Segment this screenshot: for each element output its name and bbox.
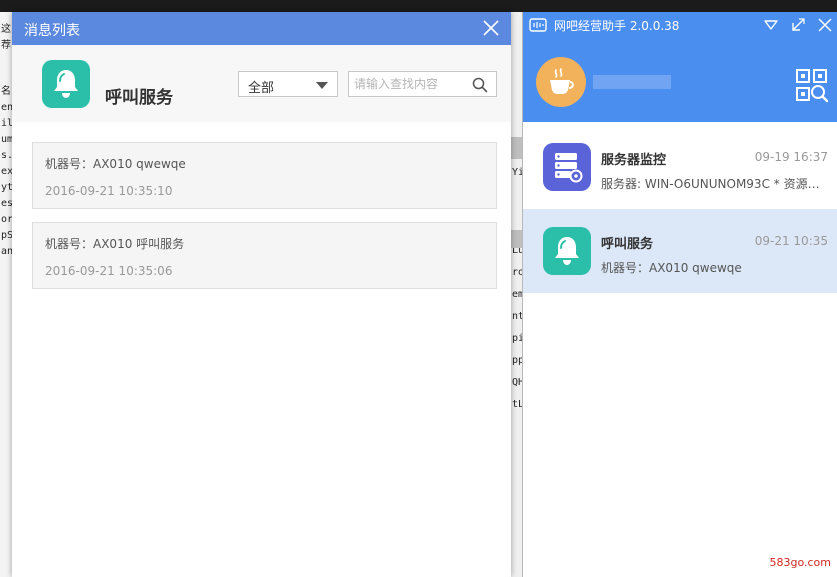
- close-icon[interactable]: [481, 18, 501, 38]
- username-blurred: [593, 75, 671, 89]
- bell-icon: [555, 237, 579, 265]
- message-card[interactable]: 机器号：AX010 qwewqe 2016-09-21 10:35:10: [32, 142, 497, 209]
- caret-down-icon: [316, 82, 328, 89]
- server-monitor-icon: [555, 153, 583, 183]
- message-filter-dropdown[interactable]: 全部: [238, 71, 338, 97]
- conversation-time: 09-19 16:37: [754, 150, 828, 164]
- avatar[interactable]: [536, 57, 586, 107]
- minimize-icon[interactable]: [789, 16, 807, 34]
- app-name: 呼叫服务: [105, 88, 173, 108]
- desktop-top-strip: [0, 0, 837, 12]
- conversation-preview: 服务器: WIN-O6UNUNOM93C * 资源占用过高: [601, 177, 826, 191]
- conversation-preview: 机器号：AX010 qwewqe: [601, 261, 742, 275]
- call-service-app-icon: [42, 60, 90, 108]
- message-content: 机器号：AX010 呼叫服务: [45, 237, 185, 251]
- close-icon[interactable]: [816, 16, 834, 34]
- bell-icon: [54, 70, 78, 98]
- conversation-time: 09-21 10:35: [754, 234, 828, 248]
- message-time: 2016-09-21 10:35:06: [45, 264, 173, 278]
- message-content: 机器号：AX010 qwewqe: [45, 157, 186, 171]
- conversation-name: 呼叫服务: [601, 237, 654, 252]
- assistant-panel: 网吧经营助手 2.0.0.38 服务器监控 09-19 16:37 服务器: W…: [522, 12, 837, 577]
- conversation-item-call-service[interactable]: 呼叫服务 09-21 10:35 机器号：AX010 qwewqe: [523, 209, 837, 293]
- conversation-item-server-monitor[interactable]: 服务器监控 09-19 16:37 服务器: WIN-O6UNUNOM93C *…: [523, 125, 837, 209]
- call-service-app-icon: [543, 227, 591, 275]
- message-window-titlebar[interactable]: 消息列表: [12, 12, 511, 45]
- qr-scan-icon[interactable]: [795, 68, 829, 104]
- app-logo-icon: [529, 18, 547, 32]
- profile-header: [523, 39, 837, 122]
- message-window-header: 呼叫服务 全部: [12, 45, 511, 122]
- filter-selected-value: 全部: [248, 81, 275, 96]
- site-watermark: 583go.com: [769, 556, 831, 569]
- message-search-box: [348, 71, 497, 97]
- message-time: 2016-09-21 10:35:10: [45, 184, 173, 198]
- message-list-window: 消息列表 呼叫服务 全部 请输入查找内容 机器号：AX010 qwewqe 20…: [12, 12, 511, 577]
- search-input[interactable]: [349, 72, 469, 96]
- server-monitor-app-icon: [543, 143, 591, 191]
- conversation-name: 服务器监控: [601, 153, 667, 168]
- message-card[interactable]: 机器号：AX010 呼叫服务 2016-09-21 10:35:06: [32, 222, 497, 289]
- message-window-title: 消息列表: [24, 23, 80, 39]
- desktop: 这 荐 名 en il um s. ex yt es or pS an Yi L…: [0, 0, 837, 577]
- search-icon[interactable]: [472, 77, 488, 93]
- coffee-cup-icon: [550, 68, 574, 94]
- assistant-titlebar[interactable]: 网吧经营助手 2.0.0.38: [523, 12, 837, 39]
- assistant-title: 网吧经营助手 2.0.0.38: [554, 19, 680, 33]
- dropdown-menu-icon[interactable]: [762, 16, 780, 34]
